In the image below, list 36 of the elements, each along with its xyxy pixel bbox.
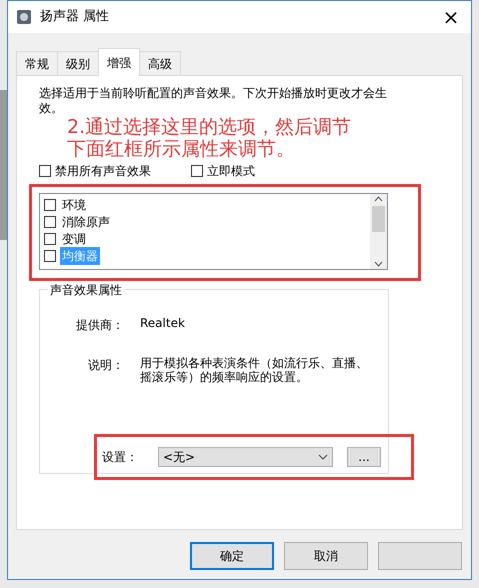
checkbox[interactable] [44, 232, 56, 244]
effects-list[interactable]: 环境 消除原声 变调 均衡器 [39, 193, 388, 270]
description-text: 选择适用于当前聆听配置的声音效果。下次开始播放时更改才会生效。 [39, 86, 388, 116]
caret-icon [318, 454, 328, 460]
checkbox-label: 禁用所有声音效果 [55, 163, 151, 180]
close-button[interactable]: × [431, 1, 471, 33]
checkbox[interactable] [44, 216, 56, 228]
dialog-button[interactable]: 确定 [190, 542, 274, 570]
tab[interactable]: 增强 [98, 48, 140, 76]
tab[interactable]: 高级 [139, 51, 181, 75]
checkbox[interactable] [191, 165, 203, 177]
speaker-icon [16, 9, 32, 25]
annotation-text: 下面红框所示属性来调节。 [66, 138, 296, 160]
checkbox[interactable] [44, 198, 56, 210]
annotation-text: 2.通过选择这里的选项，然后调节 [66, 116, 352, 138]
tab[interactable]: 常规 [16, 51, 58, 75]
settings-dropdown[interactable]: <无> [158, 447, 333, 467]
group-title: 声音效果属性 [48, 281, 124, 299]
checkbox[interactable] [44, 250, 56, 262]
more-button[interactable]: ... [347, 447, 381, 467]
scroll-down-icon[interactable] [374, 259, 383, 269]
list-item[interactable]: 环境 [60, 196, 88, 214]
scrollbar[interactable] [370, 194, 387, 269]
dialog-button[interactable]: 取消 [284, 542, 368, 570]
settings-label: 设置： [102, 449, 138, 466]
list-item[interactable]: 消除原声 [60, 212, 112, 230]
dropdown-value: <无> [163, 449, 196, 466]
checkbox-label: 立即模式 [207, 163, 255, 180]
scroll-up-icon[interactable] [374, 194, 383, 204]
property-value: Realtek [140, 316, 186, 332]
property-label: 提供商： [75, 317, 125, 334]
window-title: 扬声器 属性 [40, 8, 110, 26]
list-item[interactable]: 变调 [60, 230, 88, 248]
property-label: 说明： [87, 357, 125, 374]
checkbox[interactable] [39, 165, 51, 177]
property-value: 用于模拟各种表演条件（如流行乐、直播、摇滚乐等）的频率响应的设置。 [140, 356, 369, 384]
